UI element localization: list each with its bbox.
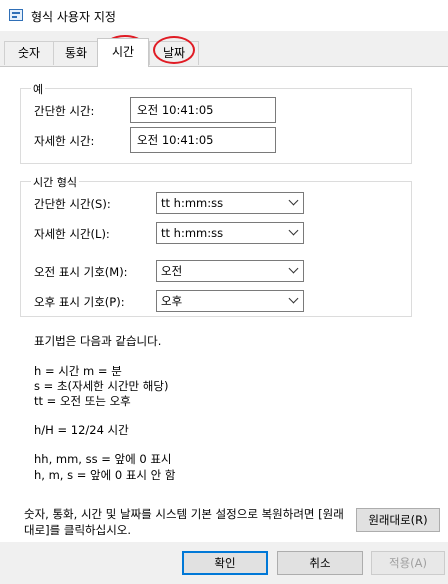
tab-time[interactable]: 시간 <box>97 38 149 67</box>
restore-description: 숫자, 통화, 시간 및 날짜를 시스템 기본 설정으로 복원하려면 [원래대로… <box>24 507 344 537</box>
long-time-select[interactable]: tt h:mm:ss <box>156 222 304 244</box>
restore-defaults-button[interactable]: 원래대로(R) <box>356 508 440 532</box>
notation-line-3: tt = 오전 또는 오후 <box>34 394 131 408</box>
notation-line-2: s = 초(자세한 시간만 해당) <box>34 379 169 393</box>
pm-symbol-select[interactable]: 오후 <box>156 290 304 312</box>
tab-date[interactable]: 날짜 <box>149 41 199 65</box>
apply-button[interactable]: 적용(A) <box>371 551 445 575</box>
short-time-select[interactable]: tt h:mm:ss <box>156 192 304 214</box>
notation-line-6: h, m, s = 앞에 0 표시 안 함 <box>34 468 176 482</box>
short-time-select-value: tt h:mm:ss <box>161 196 224 210</box>
example-long-time-field[interactable]: 오전 10:41:05 <box>130 127 276 153</box>
am-symbol-select[interactable]: 오전 <box>156 260 304 282</box>
am-symbol-label: 오전 표시 기호(M): <box>34 265 128 279</box>
tab-currency[interactable]: 통화 <box>53 41 99 65</box>
time-format-group-title: 시간 형식 <box>31 174 79 190</box>
chevron-down-icon <box>288 225 299 236</box>
chevron-down-icon <box>288 263 299 274</box>
am-symbol-select-value: 오전 <box>161 264 183 278</box>
example-group-title: 예 <box>31 81 46 97</box>
tab-strip: 숫자 통화 시간 날짜 <box>0 31 448 67</box>
long-time-select-value: tt h:mm:ss <box>161 226 224 240</box>
example-short-time-label: 간단한 시간: <box>34 104 95 118</box>
notation-line-4: h/H = 12/24 시간 <box>34 423 129 437</box>
notation-heading: 표기법은 다음과 같습니다. <box>34 334 162 348</box>
example-short-time-field[interactable]: 오전 10:41:05 <box>130 97 276 123</box>
tab-number[interactable]: 숫자 <box>4 41 54 65</box>
example-long-time-label: 자세한 시간: <box>34 134 95 148</box>
title-bar: 형식 사용자 지정 <box>0 0 448 31</box>
pm-symbol-label: 오후 표시 기호(P): <box>34 295 125 309</box>
ok-button[interactable]: 확인 <box>182 551 268 575</box>
tab-panel: 예 간단한 시간: 오전 10:41:05 자세한 시간: 오전 10:41:0… <box>0 66 448 542</box>
notation-line-1: h = 시간 m = 분 <box>34 364 122 378</box>
cancel-button[interactable]: 취소 <box>277 551 363 575</box>
notation-line-5: hh, mm, ss = 앞에 0 표시 <box>34 452 172 466</box>
short-time-label: 간단한 시간(S): <box>34 197 111 211</box>
pm-symbol-select-value: 오후 <box>161 294 183 308</box>
chevron-down-icon <box>288 195 299 206</box>
long-time-label: 자세한 시간(L): <box>34 227 110 241</box>
window-title: 형식 사용자 지정 <box>31 10 116 24</box>
chevron-down-icon <box>288 293 299 304</box>
window-icon <box>9 9 23 21</box>
